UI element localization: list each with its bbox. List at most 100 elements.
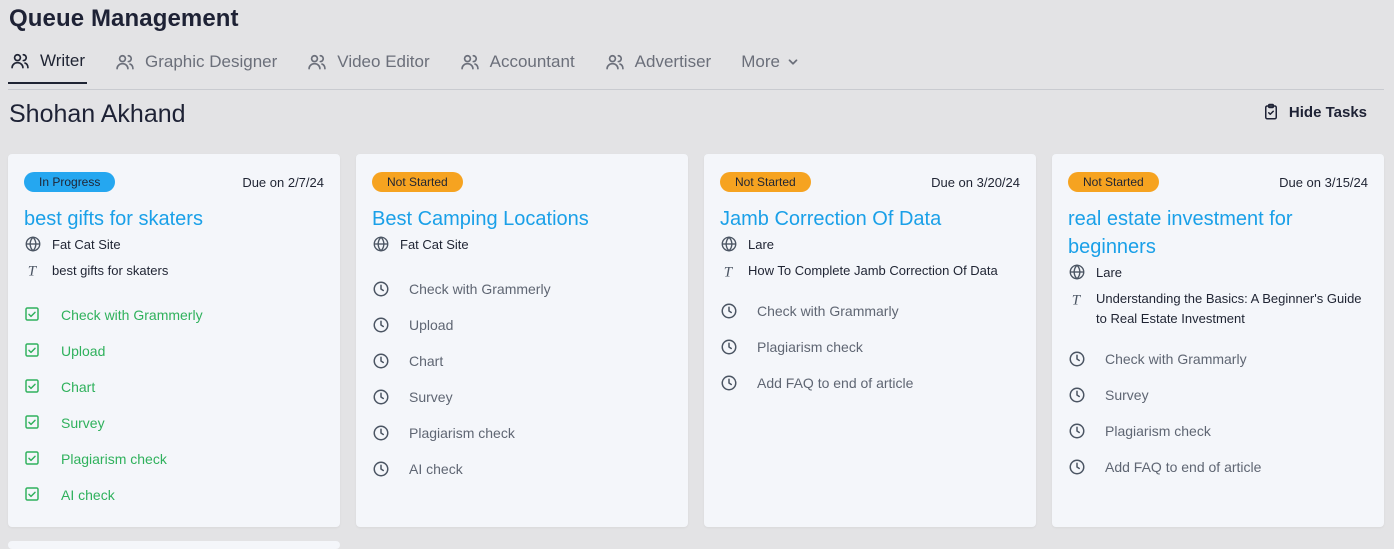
svg-text:T: T xyxy=(1072,292,1082,308)
due-date: Due on 3/20/24 xyxy=(931,174,1020,190)
clipboard-check-icon xyxy=(1262,103,1280,121)
text-icon: T xyxy=(24,261,42,279)
card-title[interactable]: best gifts for skaters xyxy=(24,205,324,233)
checkbox-checked-icon xyxy=(24,306,42,324)
tab-more[interactable]: More xyxy=(739,40,802,84)
status-badge: Not Started xyxy=(372,172,463,192)
globe-icon xyxy=(720,235,738,253)
task-label: Check with Grammerly xyxy=(61,307,203,323)
task-label: AI check xyxy=(409,461,463,477)
task-card: Not Started Best Camping Locations Fat C… xyxy=(356,154,688,527)
hide-tasks-button[interactable]: Hide Tasks xyxy=(1262,103,1367,121)
card-site: Lare xyxy=(1068,263,1368,283)
tab-accountant[interactable]: Accountant xyxy=(458,40,577,84)
task-list: Check with Grammarly Survey Plagiarism c… xyxy=(1068,341,1368,485)
card-title[interactable]: Best Camping Locations xyxy=(372,205,672,233)
task-item[interactable]: Plagiarism check xyxy=(1068,413,1368,449)
task-item[interactable]: Plagiarism check xyxy=(372,415,672,451)
tab-graphic-designer[interactable]: Graphic Designer xyxy=(113,40,279,84)
clock-icon xyxy=(372,280,390,298)
card-site: Fat Cat Site xyxy=(24,235,324,255)
task-item[interactable]: Check with Grammerly xyxy=(372,271,672,307)
task-card: Not Started Due on 3/15/24 real estate i… xyxy=(1052,154,1384,527)
person-name: Shohan Akhand xyxy=(9,100,186,128)
tab-advertiser[interactable]: Advertiser xyxy=(603,40,714,84)
task-item[interactable]: Plagiarism check xyxy=(24,441,324,477)
clock-icon xyxy=(372,352,390,370)
hide-tasks-label: Hide Tasks xyxy=(1288,103,1367,121)
task-list: Check with Grammerly Upload Chart Survey… xyxy=(372,271,672,487)
task-label: Add FAQ to end of article xyxy=(1105,459,1262,475)
tab-label: Accountant xyxy=(489,52,575,71)
checkbox-checked-icon xyxy=(24,486,42,504)
task-item[interactable]: AI check xyxy=(372,451,672,487)
svg-text:T: T xyxy=(28,263,38,279)
tab-label: Writer xyxy=(40,51,86,70)
task-label: Survey xyxy=(409,389,453,405)
task-item[interactable]: Upload xyxy=(24,333,324,369)
task-item[interactable]: Survey xyxy=(24,405,324,441)
clock-icon xyxy=(372,460,390,478)
page-title: Queue Management xyxy=(9,5,239,32)
clock-icon xyxy=(372,424,390,442)
site-name: Lare xyxy=(748,237,775,252)
tab-label: More xyxy=(741,52,780,71)
tab-label: Advertiser xyxy=(634,52,712,71)
tab-label: Graphic Designer xyxy=(145,52,278,71)
task-label: Chart xyxy=(61,379,96,395)
task-item[interactable]: Upload xyxy=(372,307,672,343)
tab-writer[interactable]: Writer xyxy=(8,40,88,84)
task-item[interactable]: Check with Grammarly xyxy=(1068,341,1368,377)
task-label: Plagiarism check xyxy=(1105,423,1211,439)
task-item[interactable]: Plagiarism check xyxy=(720,329,1020,365)
task-item[interactable]: Check with Grammerly xyxy=(24,297,324,333)
clock-icon xyxy=(1068,350,1086,368)
task-item[interactable]: Add FAQ to end of article xyxy=(720,365,1020,401)
task-item[interactable]: Survey xyxy=(372,379,672,415)
topic-text: How To Complete Jamb Correction Of Data xyxy=(748,263,998,278)
task-item[interactable]: AI check xyxy=(24,477,324,513)
role-tabs: Writer Graphic Designer Video Editor Acc… xyxy=(8,40,1384,90)
card-topic: T How To Complete Jamb Correction Of Dat… xyxy=(720,261,1020,281)
status-badge: In Progress xyxy=(24,172,116,192)
task-item[interactable]: Check with Grammarly xyxy=(720,293,1020,329)
task-label: Upload xyxy=(61,343,106,359)
task-label: Check with Grammarly xyxy=(1105,351,1247,367)
task-label: Survey xyxy=(1105,387,1149,403)
globe-icon xyxy=(24,235,42,253)
site-name: Lare xyxy=(1096,265,1123,280)
clock-icon xyxy=(1068,458,1086,476)
task-item[interactable]: Chart xyxy=(24,369,324,405)
next-card-edge xyxy=(8,541,340,549)
status-badge: Not Started xyxy=(1068,172,1159,192)
clock-icon xyxy=(720,302,738,320)
svg-text:T: T xyxy=(724,264,734,280)
checkbox-checked-icon xyxy=(24,414,42,432)
topic-text: Understanding the Basics: A Beginner's G… xyxy=(1096,291,1362,326)
task-item[interactable]: Chart xyxy=(372,343,672,379)
users-icon xyxy=(307,52,327,72)
clock-icon xyxy=(720,374,738,392)
task-label: Plagiarism check xyxy=(757,339,863,355)
task-item[interactable]: Survey xyxy=(1068,377,1368,413)
due-date: Due on 2/7/24 xyxy=(242,174,324,190)
task-label: Upload xyxy=(409,317,454,333)
task-label: Add FAQ to end of article xyxy=(757,375,914,391)
task-card: In Progress Due on 2/7/24 best gifts for… xyxy=(8,154,340,527)
tab-video-editor[interactable]: Video Editor xyxy=(305,40,431,84)
task-item[interactable]: Add FAQ to end of article xyxy=(1068,449,1368,485)
globe-icon xyxy=(1068,263,1086,281)
clock-icon xyxy=(1068,386,1086,404)
card-title[interactable]: Jamb Correction Of Data xyxy=(720,205,1020,233)
checkbox-checked-icon xyxy=(24,378,42,396)
task-label: Chart xyxy=(409,353,444,369)
status-badge: Not Started xyxy=(720,172,811,192)
tab-label: Video Editor xyxy=(337,52,430,71)
task-list: Check with Grammarly Plagiarism check Ad… xyxy=(720,293,1020,401)
task-label: Check with Grammarly xyxy=(757,303,899,319)
card-title[interactable]: real estate investment for beginners xyxy=(1068,205,1368,261)
task-label: Check with Grammerly xyxy=(409,281,551,297)
users-icon xyxy=(10,51,30,71)
task-label: Survey xyxy=(61,415,105,431)
topic-text: best gifts for skaters xyxy=(52,263,169,278)
